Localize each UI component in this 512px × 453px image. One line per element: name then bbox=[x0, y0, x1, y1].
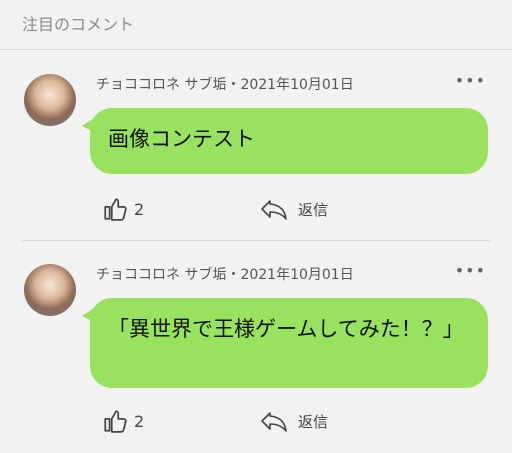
comment-divider bbox=[22, 240, 490, 241]
like-count: 2 bbox=[134, 411, 145, 431]
comment-actions: 2 返信 bbox=[0, 188, 512, 228]
comment-actions: 2 返信 bbox=[0, 400, 512, 440]
thumbs-up-icon bbox=[102, 408, 128, 434]
reply-icon bbox=[258, 408, 288, 434]
comment-meta: チョココロネ サブ垢・2021年10月01日 bbox=[96, 267, 354, 283]
more-options-icon[interactable]: ••• bbox=[455, 73, 486, 89]
avatar[interactable] bbox=[24, 74, 76, 126]
avatar[interactable] bbox=[24, 264, 76, 316]
like-count: 2 bbox=[134, 199, 145, 219]
section-title: 注目のコメント bbox=[22, 15, 135, 34]
section-header: 注目のコメント bbox=[0, 0, 512, 50]
comment-bubble: 「異世界で王様ゲームしてみた！？」 bbox=[82, 298, 488, 388]
comment-bubble: 画像コンテスト bbox=[82, 108, 488, 174]
comment-meta: チョココロネ サブ垢・2021年10月01日 bbox=[96, 77, 354, 93]
comment-item: チョココロネ サブ垢・2021年10月01日 ••• 画像コンテスト 2 返信 bbox=[0, 60, 512, 240]
like-button[interactable]: 2 bbox=[102, 196, 144, 222]
more-options-icon[interactable]: ••• bbox=[455, 263, 486, 279]
like-button[interactable]: 2 bbox=[102, 408, 144, 434]
thumbs-up-icon bbox=[102, 196, 128, 222]
reply-button[interactable]: 返信 bbox=[258, 196, 328, 222]
reply-button[interactable]: 返信 bbox=[258, 408, 328, 434]
reply-label: 返信 bbox=[298, 200, 329, 219]
comment-text: 画像コンテスト bbox=[108, 127, 255, 151]
comment-text: 「異世界で王様ゲームしてみた！？」 bbox=[108, 317, 464, 341]
reply-label: 返信 bbox=[298, 412, 329, 431]
comment-item: チョココロネ サブ垢・2021年10月01日 ••• 「異世界で王様ゲームしてみ… bbox=[0, 250, 512, 453]
reply-icon bbox=[258, 196, 288, 222]
